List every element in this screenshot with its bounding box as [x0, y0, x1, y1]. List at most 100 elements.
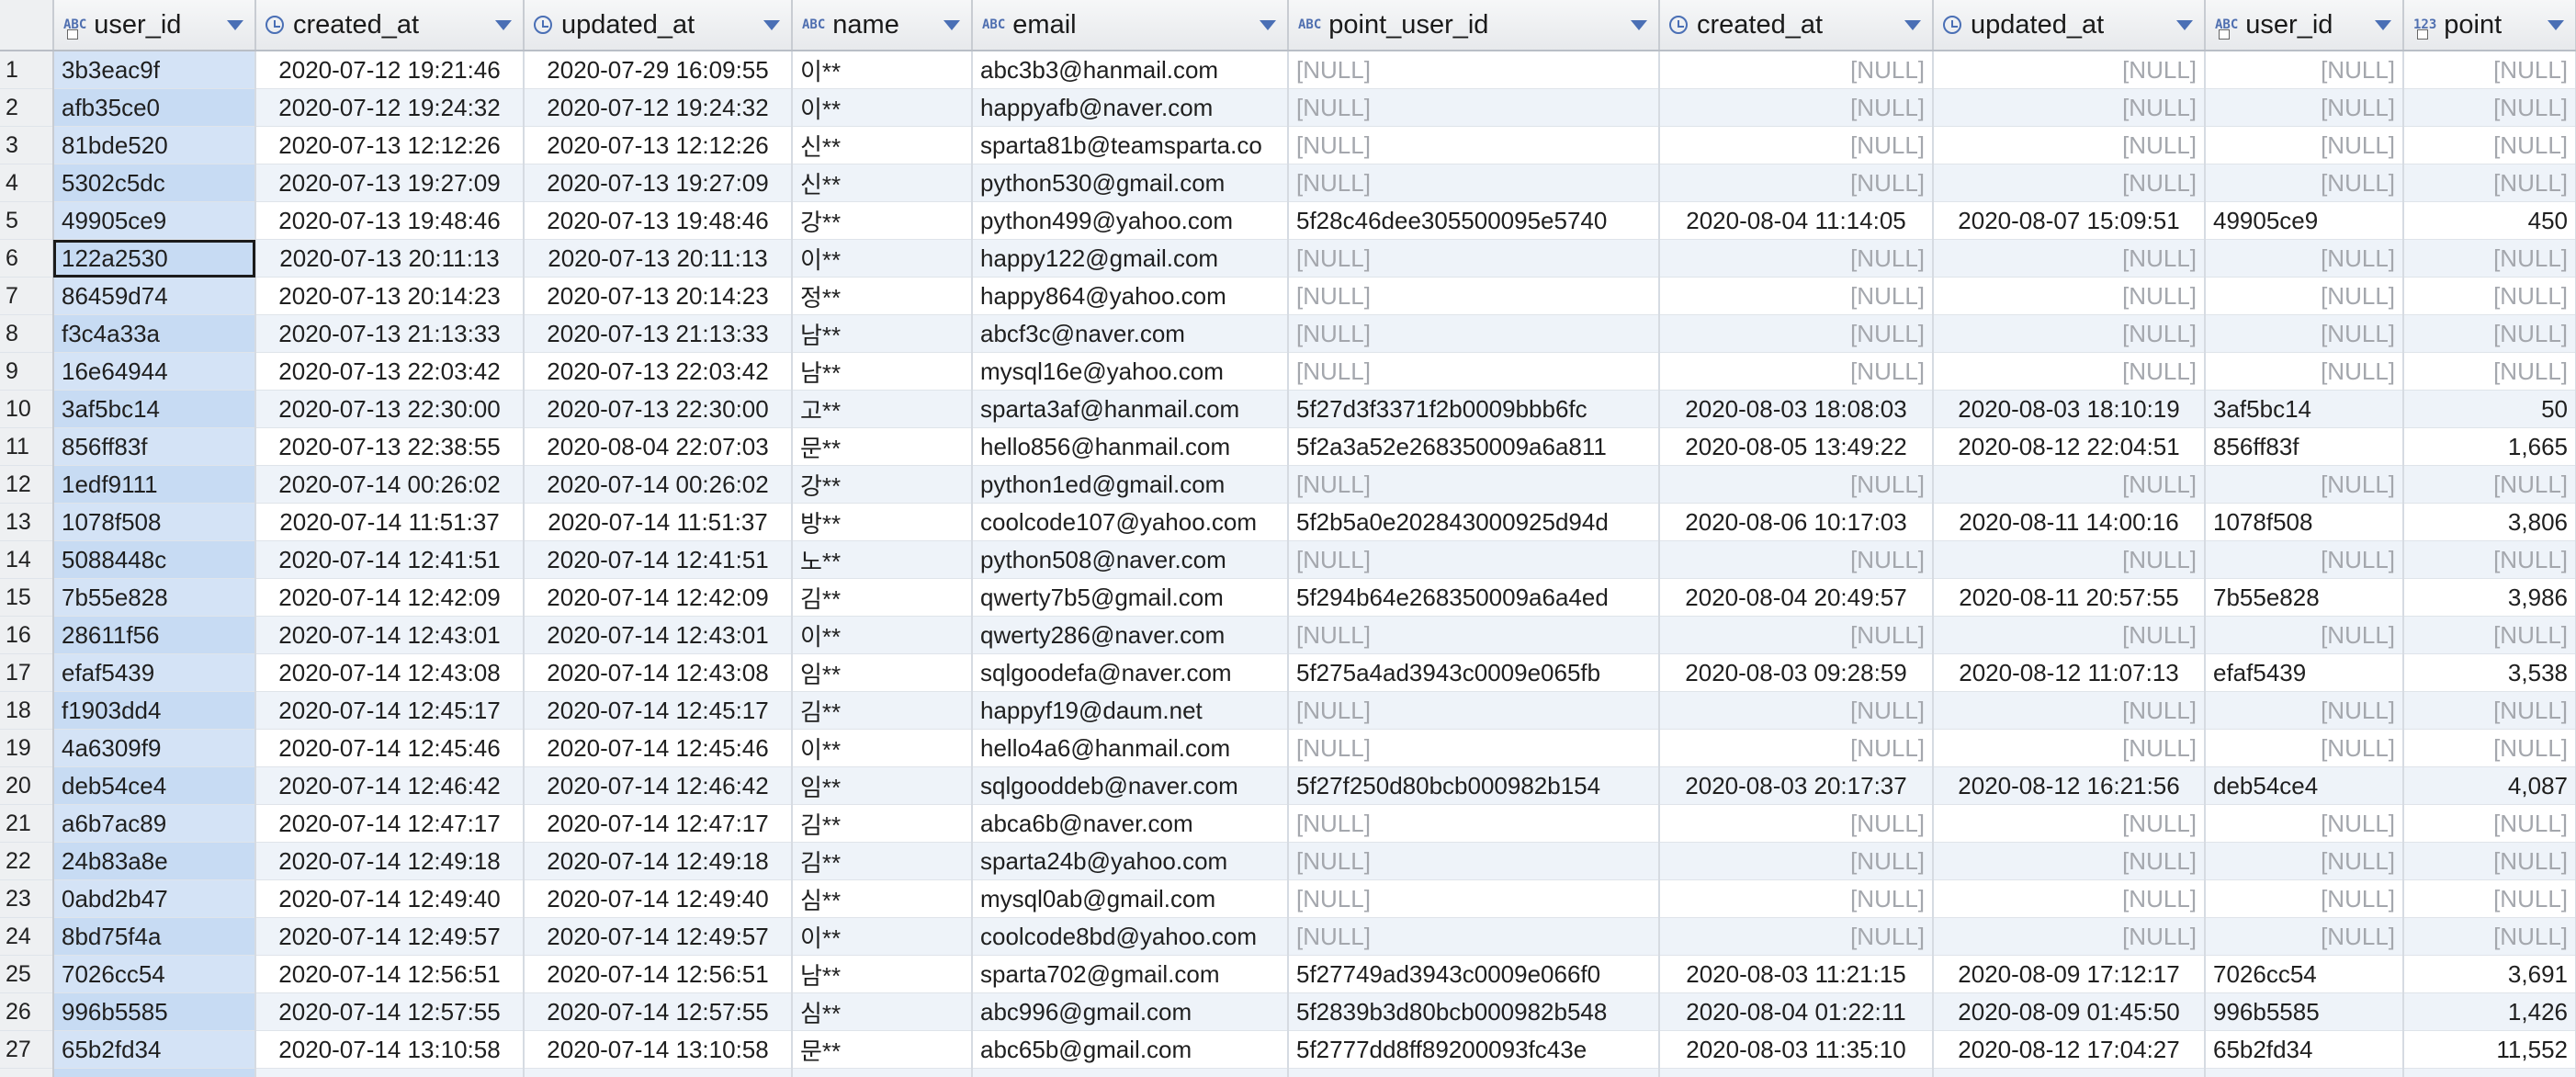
created-at-cell[interactable]: 2020-07-13 20:14:23: [255, 277, 525, 315]
point-user-id-ref-cell[interactable]: [NULL]: [2205, 729, 2404, 767]
point-created-at-cell[interactable]: [NULL]: [1659, 465, 1934, 504]
updated-at-cell[interactable]: 2020-07-14 13:11:28: [524, 1068, 793, 1077]
created-at-cell[interactable]: 2020-07-14 12:41:51: [255, 540, 525, 579]
name-cell[interactable]: 남**: [792, 955, 973, 993]
created-at-cell[interactable]: 2020-07-14 12:42:09: [255, 578, 525, 617]
point-created-at-cell[interactable]: [NULL]: [1659, 1068, 1934, 1077]
point-user-id-cell[interactable]: 5f2777dd8ff89200093fc43e: [1288, 1030, 1660, 1069]
point-user-id-cell[interactable]: 5f2b5a0e202843000925d94d: [1288, 503, 1660, 541]
updated-at-cell[interactable]: 2020-07-14 11:51:37: [524, 503, 793, 541]
updated-at-cell[interactable]: 2020-07-13 20:14:23: [524, 277, 793, 315]
point-cell[interactable]: [NULL]: [2403, 691, 2576, 730]
point-user-id-ref-cell[interactable]: 7b55e828: [2205, 578, 2404, 617]
point-updated-at-cell[interactable]: 2020-08-11 14:00:16: [1933, 503, 2206, 541]
created-at-cell[interactable]: 2020-07-14 11:51:37: [255, 503, 525, 541]
point-user-id-ref-cell[interactable]: [NULL]: [2205, 616, 2404, 654]
point-user-id-cell[interactable]: [NULL]: [1288, 51, 1660, 89]
point-user-id-ref-cell[interactable]: 856ff83f: [2205, 427, 2404, 466]
email-cell[interactable]: abca6b@naver.com: [972, 804, 1289, 843]
point-user-id-ref-cell[interactable]: [NULL]: [2205, 540, 2404, 579]
point-cell[interactable]: [NULL]: [2403, 314, 2576, 353]
name-cell[interactable]: 이**: [792, 729, 973, 767]
created-at-cell[interactable]: 2020-07-14 12:45:17: [255, 691, 525, 730]
created-at-cell[interactable]: 2020-07-13 22:30:00: [255, 390, 525, 428]
point-updated-at-cell[interactable]: [NULL]: [1933, 691, 2206, 730]
point-user-id-ref-cell[interactable]: [NULL]: [2205, 88, 2404, 127]
filter-dropdown-icon[interactable]: [2548, 20, 2564, 30]
created-at-cell[interactable]: 2020-07-13 22:38:55: [255, 427, 525, 466]
point-created-at-cell[interactable]: [NULL]: [1659, 51, 1934, 89]
point-cell[interactable]: 3,691: [2403, 955, 2576, 993]
created-at-cell[interactable]: 2020-07-12 19:24:32: [255, 88, 525, 127]
user-id-cell[interactable]: 24b83a8e: [53, 842, 256, 880]
point-user-id-cell[interactable]: 5f2839b3d80bcb000982b548: [1288, 992, 1660, 1031]
table-row[interactable]: 6 122a2530 2020-07-13 20:11:13 2020-07-13 2…: [0, 239, 2576, 278]
point-updated-at-cell[interactable]: [NULL]: [1933, 616, 2206, 654]
table-row[interactable]: 4 5302c5dc 2020-07-13 19:27:09 2020-07-13 1…: [0, 164, 2576, 202]
user-id-cell[interactable]: 1078f508: [53, 503, 256, 541]
point-created-at-cell[interactable]: [NULL]: [1659, 616, 1934, 654]
email-cell[interactable]: sparta81b@teamsparta.co: [972, 126, 1289, 164]
point-created-at-cell[interactable]: [NULL]: [1659, 164, 1934, 202]
user-id-cell[interactable]: 1edf9111: [53, 465, 256, 504]
point-created-at-cell[interactable]: [NULL]: [1659, 804, 1934, 843]
table-row[interactable]: 10 3af5bc14 2020-07-13 22:30:00 2020-07-13 …: [0, 390, 2576, 428]
name-cell[interactable]: 김**: [792, 691, 973, 730]
updated-at-cell[interactable]: 2020-07-13 22:30:00: [524, 390, 793, 428]
email-cell[interactable]: mysql16e@yahoo.com: [972, 352, 1289, 391]
table-row[interactable]: 18 f1903dd4 2020-07-14 12:45:17 2020-07-14 …: [0, 691, 2576, 730]
point-user-id-ref-cell[interactable]: [NULL]: [2205, 164, 2404, 202]
created-at-cell[interactable]: 2020-07-14 12:49:57: [255, 917, 525, 956]
updated-at-cell[interactable]: 2020-07-14 12:45:17: [524, 691, 793, 730]
table-row[interactable]: 25 7026cc54 2020-07-14 12:56:51 2020-07-14 …: [0, 955, 2576, 993]
created-at-cell[interactable]: 2020-07-13 21:13:33: [255, 314, 525, 353]
column-header-updated-at[interactable]: updated_at: [524, 0, 793, 51]
email-cell[interactable]: sparta702@gmail.com: [972, 955, 1289, 993]
email-cell[interactable]: coolcode8bd@yahoo.com: [972, 917, 1289, 956]
point-created-at-cell[interactable]: 2020-08-03 20:17:37: [1659, 766, 1934, 805]
column-header-name[interactable]: ABC name: [792, 0, 973, 51]
filter-dropdown-icon[interactable]: [2176, 20, 2193, 30]
point-user-id-cell[interactable]: 5f27749ad3943c0009e066f0: [1288, 955, 1660, 993]
point-user-id-ref-cell[interactable]: [NULL]: [2205, 917, 2404, 956]
point-created-at-cell[interactable]: [NULL]: [1659, 729, 1934, 767]
user-id-cell[interactable]: 7026cc54: [53, 955, 256, 993]
point-updated-at-cell[interactable]: [NULL]: [1933, 879, 2206, 918]
email-cell[interactable]: coolcode107@yahoo.com: [972, 503, 1289, 541]
created-at-cell[interactable]: 2020-07-14 12:46:42: [255, 766, 525, 805]
updated-at-cell[interactable]: 2020-07-13 20:11:13: [524, 239, 793, 278]
created-at-cell[interactable]: 2020-07-14 12:57:55: [255, 992, 525, 1031]
name-cell[interactable]: 심**: [792, 879, 973, 918]
user-id-cell[interactable]: 996b5585: [53, 992, 256, 1031]
user-id-cell[interactable]: 0abd2b47: [53, 879, 256, 918]
updated-at-cell[interactable]: 2020-07-14 12:41:51: [524, 540, 793, 579]
point-user-id-cell[interactable]: [NULL]: [1288, 804, 1660, 843]
point-user-id-ref-cell[interactable]: [NULL]: [2205, 842, 2404, 880]
column-header-user-id[interactable]: ABC user_id: [53, 0, 256, 51]
point-user-id-cell[interactable]: 5f27d3f3371f2b0009bbb6fc: [1288, 390, 1660, 428]
name-cell[interactable]: 강**: [792, 201, 973, 240]
email-cell[interactable]: sqlgooddeb@naver.com: [972, 766, 1289, 805]
email-cell[interactable]: hello4a6@hanmail.com: [972, 729, 1289, 767]
point-updated-at-cell[interactable]: 2020-08-12 17:04:27: [1933, 1030, 2206, 1069]
point-cell[interactable]: 4,087: [2403, 766, 2576, 805]
name-cell[interactable]: 신**: [792, 126, 973, 164]
column-header-created-at[interactable]: created_at: [255, 0, 525, 51]
point-updated-at-cell[interactable]: [NULL]: [1933, 88, 2206, 127]
email-cell[interactable]: python530@gmail.com: [972, 164, 1289, 202]
point-cell[interactable]: 3,538: [2403, 653, 2576, 692]
name-cell[interactable]: 김**: [792, 578, 973, 617]
table-row[interactable]: 13 1078f508 2020-07-14 11:51:37 2020-07-14 …: [0, 503, 2576, 541]
name-cell[interactable]: 임**: [792, 766, 973, 805]
point-user-id-ref-cell[interactable]: 3af5bc14: [2205, 390, 2404, 428]
point-user-id-cell[interactable]: [NULL]: [1288, 239, 1660, 278]
point-user-id-cell[interactable]: [NULL]: [1288, 164, 1660, 202]
point-user-id-cell[interactable]: [NULL]: [1288, 126, 1660, 164]
point-user-id-ref-cell[interactable]: [NULL]: [2205, 465, 2404, 504]
point-updated-at-cell[interactable]: [NULL]: [1933, 352, 2206, 391]
user-id-cell[interactable]: efaf5439: [53, 653, 256, 692]
updated-at-cell[interactable]: 2020-07-14 12:47:17: [524, 804, 793, 843]
point-cell[interactable]: 1,426: [2403, 992, 2576, 1031]
user-id-cell[interactable]: 16e64944: [53, 352, 256, 391]
created-at-cell[interactable]: 2020-07-12 19:21:46: [255, 51, 525, 89]
